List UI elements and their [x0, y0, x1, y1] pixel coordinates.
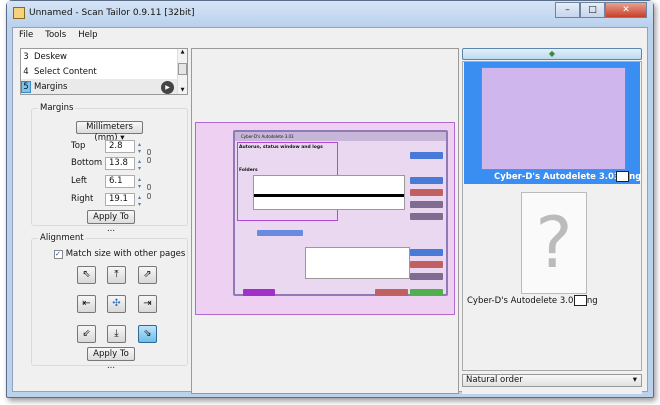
right-label: Right	[71, 194, 94, 204]
stage-number: 4	[23, 66, 29, 77]
page-preview[interactable]: Cyber-D's Autodelete 3.03 Autorun, statu…	[191, 48, 459, 394]
page-layout-icon	[574, 295, 587, 306]
app-icon	[13, 7, 25, 19]
align-top-right-icon[interactable]: ⇗	[138, 266, 157, 284]
match-size-label: Match size with other pages	[65, 249, 186, 259]
margins-group: Margins Millimeters (mm) ▾ Top 2.8 Botto…	[31, 103, 188, 234]
right-margin-input[interactable]: 19.1	[105, 193, 144, 208]
stage-label: Select Content	[34, 66, 97, 77]
thumbnail-image-unprocessed[interactable]: ?	[521, 192, 587, 294]
stage-list: 3 Deskew 4 Select Content 5 Margins ▶ ▲ ▼	[20, 48, 188, 95]
stage-number: 5	[21, 80, 31, 93]
link-left-right-icon[interactable]	[147, 193, 151, 199]
stage-deskew[interactable]: 3 Deskew	[21, 49, 187, 64]
preview-list	[253, 175, 405, 210]
stage-label: Margins	[34, 81, 68, 92]
page-layout-icon	[616, 171, 629, 182]
close-button[interactable]: ✕	[605, 2, 647, 18]
menu-bar: File Tools Help	[13, 28, 647, 42]
preview-section-label: Folders	[239, 168, 258, 173]
thumbnail-item-selected[interactable]: Cyber-D's Autodelete 3.03.png	[464, 62, 641, 184]
alignment-group-label: Alignment	[38, 233, 86, 243]
preview-app-title: Cyber-D's Autodelete 3.03	[235, 132, 446, 141]
checkbox-check-icon: ✓	[54, 250, 63, 259]
align-bottom-right-icon[interactable]: ⇘	[138, 325, 157, 343]
chevron-down-icon: ▾	[632, 375, 637, 385]
bottom-label: Bottom	[71, 158, 103, 168]
thumbnail-panel: ◆ Cyber-D's Autodelete 3.03.png ? Cyber-…	[462, 48, 642, 394]
window-title: Unnamed - Scan Tailor 0.9.11 [32bit]	[29, 8, 195, 18]
link-top-bottom-icon[interactable]	[147, 157, 151, 163]
menu-file[interactable]: File	[19, 30, 33, 40]
sort-order-dropdown[interactable]: Natural order ▾	[462, 374, 642, 387]
menu-tools[interactable]: Tools	[45, 30, 66, 40]
link-top-bottom-icon[interactable]	[147, 149, 151, 155]
stage-select-content[interactable]: 4 Select Content	[21, 64, 187, 79]
align-left-icon[interactable]: ⇤	[77, 295, 96, 313]
link-left-right-icon[interactable]	[147, 184, 151, 190]
title-bar: Unnamed - Scan Tailor 0.9.11 [32bit] – □…	[7, 1, 653, 27]
alignment-apply-to-button[interactable]: Apply To ...	[87, 347, 135, 371]
top-margin-input[interactable]: 2.8	[105, 140, 144, 155]
page-with-margins[interactable]: Cyber-D's Autodelete 3.03 Autorun, statu…	[195, 122, 455, 315]
match-size-checkbox[interactable]: ✓ Match size with other pages	[54, 249, 185, 259]
menu-help[interactable]: Help	[78, 30, 97, 40]
thumbnail-list[interactable]: Cyber-D's Autodelete 3.03.png ? Cyber-D'…	[462, 61, 642, 371]
scroll-to-current-button[interactable]: ◆	[462, 48, 642, 60]
page-content-image: Cyber-D's Autodelete 3.03 Autorun, statu…	[233, 130, 448, 296]
main-window: Unnamed - Scan Tailor 0.9.11 [32bit] – □…	[6, 0, 654, 398]
stage-label: Deskew	[34, 51, 68, 62]
bottom-margin-input[interactable]: 13.8	[105, 157, 144, 172]
thumbnail-image	[481, 67, 626, 170]
sort-order-value: Natural order	[466, 375, 523, 385]
align-center-icon[interactable]: ✣	[107, 295, 126, 313]
left-label: Left	[71, 176, 87, 186]
preview-section-label: Autorun, status window and logs	[239, 145, 323, 150]
alignment-group: Alignment ✓ Match size with other pages …	[31, 233, 188, 371]
minimize-button[interactable]: –	[555, 2, 580, 18]
stage-scrollbar[interactable]: ▲ ▼	[177, 49, 187, 94]
maximize-button[interactable]: □	[580, 2, 605, 18]
stage-number: 3	[23, 51, 29, 62]
align-top-left-icon[interactable]: ⇖	[77, 266, 96, 284]
top-label: Top	[71, 141, 86, 151]
align-bottom-left-icon[interactable]: ⇙	[77, 325, 96, 343]
align-right-icon[interactable]: ⇥	[138, 295, 157, 313]
units-dropdown[interactable]: Millimeters (mm) ▾	[76, 121, 143, 143]
margins-group-label: Margins	[38, 103, 76, 113]
left-margin-input[interactable]: 6.1	[105, 175, 144, 190]
preview-list	[305, 247, 410, 279]
play-icon[interactable]: ▶	[161, 81, 174, 94]
align-top-icon[interactable]: ⤒	[107, 266, 126, 284]
margins-apply-to-button[interactable]: Apply To ...	[87, 210, 135, 234]
align-bottom-icon[interactable]: ⤓	[107, 325, 126, 343]
